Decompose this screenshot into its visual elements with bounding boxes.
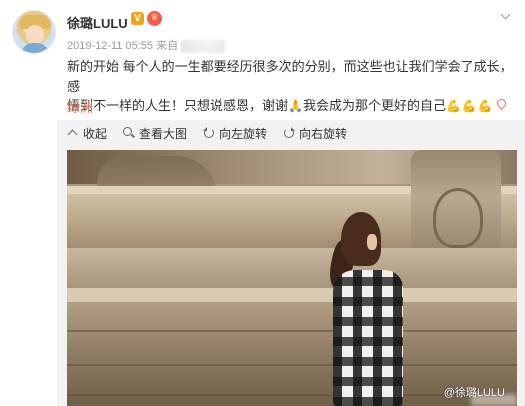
rotate-left-label: 向左旋转 [219,127,268,141]
weibo-post: 徐璐LULU V ♛ 2019-12-11 05:55 来自 新的开始 每个人的… [0,0,525,406]
username-link[interactable]: 徐璐LULU [67,13,128,32]
avatar[interactable] [12,10,56,54]
content-line-2-part-b: 我会成为那个更好的自己 [302,98,446,113]
post-photo[interactable]: @徐璐LULU [67,150,517,406]
photo-fountain-middle [67,248,517,288]
photo-ledge [67,288,517,302]
location-link[interactable]: 绿洲 [67,97,93,116]
image-panel: 收起 查看大图 向左旋转 向右旋转 @徐璐LULU [57,120,525,406]
source-prefix: 来自 [156,40,179,52]
post-timestamp[interactable]: 2019-12-11 05:55 [67,40,153,52]
content-line-1: 新的开始 每个人的一生都要经历很多次的分别，而这些也让我们学会了成长，感 [67,59,513,94]
source-blurred [181,39,226,53]
photo-watermark: @徐璐LULU [443,387,505,399]
post-meta: 2019-12-11 05:55 来自 [67,37,226,53]
view-large-label: 查看大图 [139,127,188,141]
avatar-face [26,25,44,45]
collapse-label: 收起 [83,127,108,141]
woman-plaid-coat [333,270,403,406]
collapse-button[interactable]: 收起 [67,126,107,142]
photo-wall-seam [67,364,517,366]
collapse-icon [67,127,79,139]
rotate-left-button[interactable]: 向左旋转 [203,126,267,142]
chevron-down-icon[interactable] [499,10,513,24]
location-icon [496,99,506,111]
content-line-2-part-a: 悟到不一样的人生！只想说感恩，谢谢 [67,98,289,113]
rotate-right-icon [283,127,295,139]
vip-crown-icon: ♛ [147,11,162,26]
post-content: 新的开始 每个人的一生都要经历很多次的分别，而这些也让我们学会了成长，感 悟到不… [67,57,515,117]
avatar-body [21,43,49,53]
photo-wall-seam [67,330,517,332]
rotate-right-button[interactable]: 向右旋转 [283,126,347,142]
pray-emoji: 🙏 [288,99,303,113]
woman-face [367,234,377,250]
rotate-right-label: 向右旋转 [299,127,348,141]
photo-woman [325,210,415,406]
search-icon [123,127,135,139]
image-toolbar: 收起 查看大图 向左旋转 向右旋转 [57,120,525,148]
rotate-left-icon [203,127,215,139]
view-large-button[interactable]: 查看大图 [123,126,187,142]
arms-emoji: 💪💪💪 [445,99,494,113]
verified-icon: V [131,12,144,25]
content-line-2: 悟到不一样的人生！只想说感恩，谢谢🙏我会成为那个更好的自己💪💪💪 [67,96,515,117]
